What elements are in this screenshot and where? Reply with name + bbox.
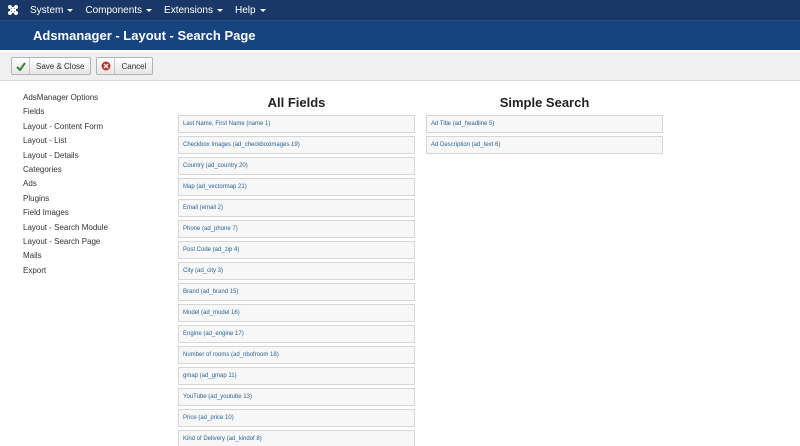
save-close-label: Save & Close xyxy=(36,61,85,71)
chevron-down-icon xyxy=(146,8,153,12)
all-fields-title: All Fields xyxy=(267,95,326,110)
check-icon xyxy=(12,58,30,74)
field-item[interactable]: Engine (ad_engine 17) xyxy=(178,325,415,343)
menu-help-label: Help xyxy=(234,4,256,16)
sidebar-item-layout-list[interactable]: Layout - List xyxy=(23,134,153,148)
field-item[interactable]: gmap (ad_gmap 11) xyxy=(178,367,415,385)
field-item[interactable]: Checkbox Images (ad_checkboximages 19) xyxy=(178,136,415,154)
sidebar-item-export[interactable]: Export xyxy=(23,264,153,278)
page-title: Adsmanager - Layout - Search Page xyxy=(33,28,256,43)
main-content: AdsManager Options Fields Layout - Conte… xyxy=(0,81,800,446)
sidebar-item-ads[interactable]: Ads xyxy=(23,177,153,191)
top-menu-bar: System Components Extensions Help xyxy=(0,0,800,20)
field-item[interactable]: Map (ad_vectormap 21) xyxy=(178,178,415,196)
field-item[interactable]: Ad Title (ad_headline 5) xyxy=(426,115,663,133)
cancel-circle-icon xyxy=(97,58,116,74)
cancel-button[interactable]: Cancel xyxy=(96,57,154,75)
sidebar-item-field-images[interactable]: Field Images xyxy=(23,206,153,220)
chevron-down-icon xyxy=(216,8,223,12)
cancel-label: Cancel xyxy=(121,61,147,71)
joomla-logo-icon[interactable] xyxy=(6,3,20,17)
sidebar-item-mails[interactable]: Mails xyxy=(23,249,153,263)
field-item[interactable]: Phone (ad_phone 7) xyxy=(178,220,415,238)
toolbar: Save & Close Cancel xyxy=(0,52,800,81)
sidebar-item-layout-search-module[interactable]: Layout - Search Module xyxy=(23,221,153,235)
field-item[interactable]: Brand (ad_brand 15) xyxy=(178,283,415,301)
field-item[interactable]: Ad Description (ad_text 6) xyxy=(426,136,663,154)
field-item[interactable]: City (ad_city 3) xyxy=(178,262,415,280)
sidebar-item-layout-details[interactable]: Layout - Details xyxy=(23,149,153,163)
sidebar: AdsManager Options Fields Layout - Conte… xyxy=(23,91,153,278)
menu-components[interactable]: Components xyxy=(85,4,153,16)
field-item[interactable]: Email (email 2) xyxy=(178,199,415,217)
simple-search-title: Simple Search xyxy=(499,95,590,110)
menu-extensions[interactable]: Extensions xyxy=(164,5,223,16)
sidebar-item-adsmanager-options[interactable]: AdsManager Options xyxy=(23,91,153,105)
field-item[interactable]: Kind of Delivery (ad_kindof 8) xyxy=(178,430,415,446)
field-item[interactable]: Post Code (ad_zip 4) xyxy=(178,241,415,259)
all-fields-column: All Fields Last Name, First Name (name 1… xyxy=(178,91,415,446)
field-item[interactable]: Country (ad_country 20) xyxy=(178,157,415,175)
sidebar-item-plugins[interactable]: Plugins xyxy=(23,192,153,206)
menu-system-label: System xyxy=(30,4,64,16)
menu-extensions-label: Extensions xyxy=(164,4,213,16)
chevron-down-icon xyxy=(67,8,74,12)
simple-search-column: Simple Search Ad Title (ad_headline 5) A… xyxy=(426,91,663,157)
field-item[interactable]: Last Name, First Name (name 1) xyxy=(178,115,415,133)
save-close-button[interactable]: Save & Close xyxy=(11,57,92,75)
field-item[interactable]: YouTube (ad_youtube 13) xyxy=(178,388,415,406)
field-item[interactable]: Number of rooms (ad_nbofroom 18) xyxy=(178,346,415,364)
menu-components-label: Components xyxy=(85,4,143,16)
chevron-down-icon xyxy=(259,8,266,12)
menu-system[interactable]: System xyxy=(30,4,74,16)
field-item[interactable]: Model (ad_model 16) xyxy=(178,304,415,322)
sidebar-item-layout-search-page[interactable]: Layout - Search Page xyxy=(23,235,153,249)
field-item[interactable]: Price (ad_price 10) xyxy=(178,409,415,427)
title-bar: Adsmanager - Layout - Search Page xyxy=(0,20,800,50)
menu-help[interactable]: Help xyxy=(235,5,266,16)
sidebar-item-categories[interactable]: Categories xyxy=(23,163,153,177)
sidebar-item-layout-content-form[interactable]: Layout - Content Form xyxy=(23,120,153,134)
sidebar-item-fields[interactable]: Fields xyxy=(23,105,153,119)
